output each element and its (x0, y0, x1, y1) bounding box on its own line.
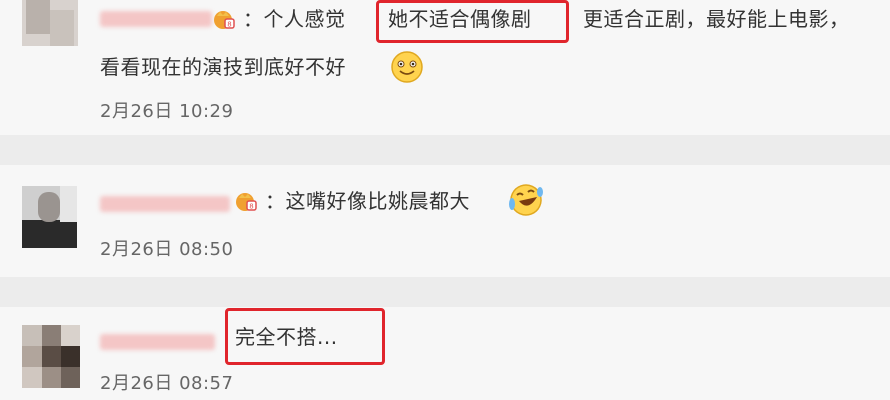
username[interactable] (100, 196, 230, 212)
comment-item: 8 ：这嘴好像比姚晨都大 2月26日 08:50 (0, 165, 890, 277)
avatar[interactable] (22, 325, 80, 388)
username[interactable] (100, 11, 212, 27)
comment-time: 2月26日 08:50 (100, 239, 234, 260)
vip-badge-icon: 8 (214, 11, 235, 29)
username[interactable] (100, 334, 215, 350)
svg-text:8: 8 (227, 21, 231, 29)
comment-text-prefix: ：个人感觉 (243, 7, 346, 31)
comment-text-line2: 看看现在的演技到底好不好 (100, 55, 346, 79)
comment-highlight-text: 她不适合偶像剧 (388, 7, 532, 31)
comment-item: 完全不搭... 2月26日 08:57 (0, 307, 890, 400)
comment-item: 8 ：个人感觉 她不适合偶像剧 更适合正剧，最好能上电影， 看看现在的演技到底好… (0, 0, 890, 135)
divider (0, 135, 890, 165)
vip-badge-icon: 8 (236, 193, 257, 211)
comment-text: ：这嘴好像比姚晨都大 (265, 189, 470, 213)
avatar[interactable] (22, 186, 77, 248)
laugh-cry-emoji-icon (509, 184, 543, 216)
smile-emoji-icon (391, 51, 423, 83)
avatar[interactable] (22, 0, 78, 46)
divider (0, 277, 890, 307)
svg-text:8: 8 (249, 203, 253, 211)
comment-time: 2月26日 08:57 (100, 373, 234, 394)
comment-text-suffix: 更适合正剧，最好能上电影， (583, 7, 850, 31)
comment-highlight-text: 完全不搭... (235, 325, 338, 349)
comment-time: 2月26日 10:29 (100, 101, 234, 122)
